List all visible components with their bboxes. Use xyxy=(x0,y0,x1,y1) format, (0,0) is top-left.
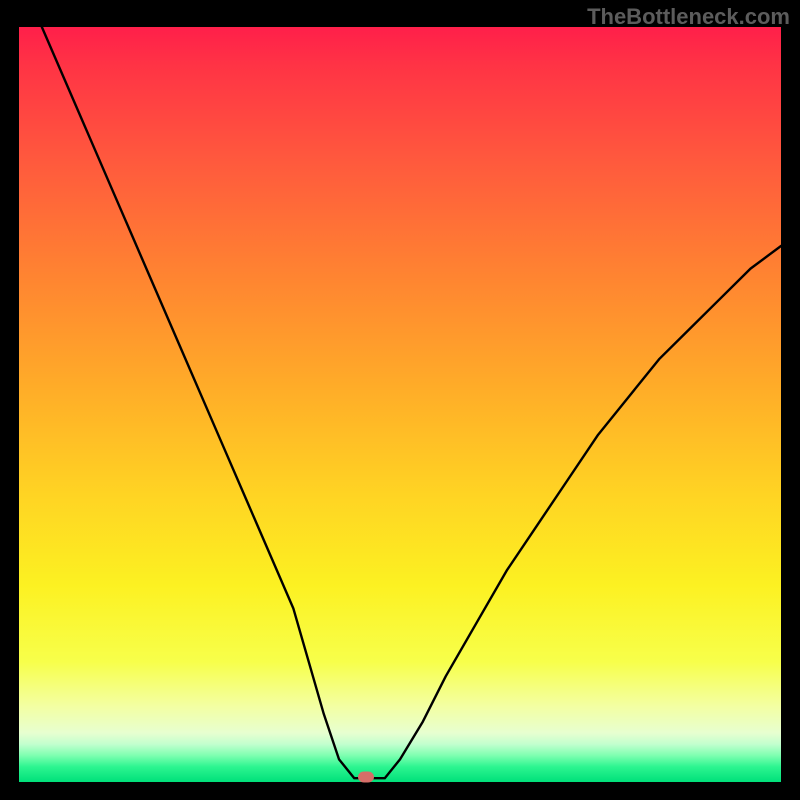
bottleneck-curve xyxy=(19,27,781,782)
optimal-marker xyxy=(358,772,374,783)
plot-area xyxy=(19,27,781,782)
watermark-text: TheBottleneck.com xyxy=(587,4,790,30)
chart-frame: TheBottleneck.com xyxy=(0,0,800,800)
